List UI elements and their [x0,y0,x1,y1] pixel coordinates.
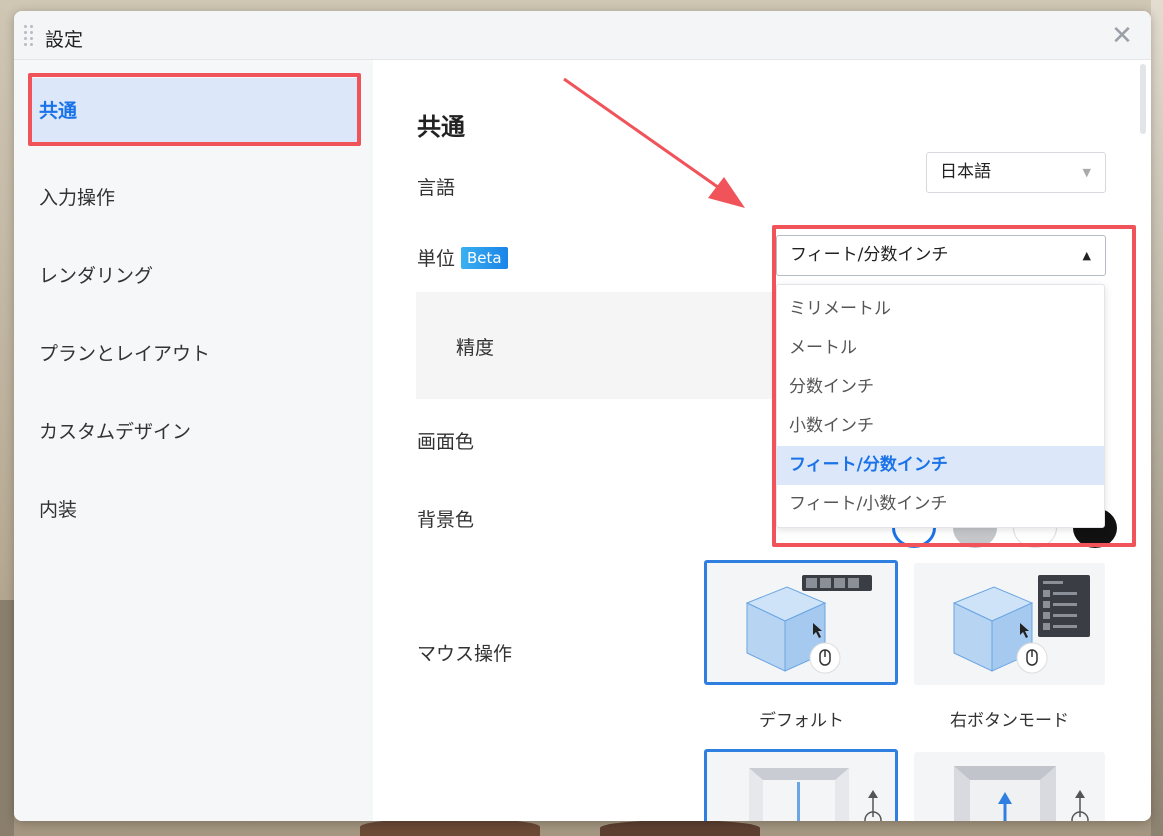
cube-panel-illustration [952,575,1090,674]
corridor-arrow-illustration [954,766,1089,821]
language-value: 日本語 [940,162,991,182]
movement-mode-card-2[interactable] [914,752,1105,821]
unit-option-feet-fractional-inch[interactable]: フィート/分数インチ [777,446,1104,485]
drag-handle-icon[interactable] [24,25,34,47]
language-label: 言語 [417,177,456,199]
unit-option-decimal-inch[interactable]: 小数インチ [777,407,1104,446]
background-color-label: 背景色 [417,509,475,531]
mouse-mode-right-button-card[interactable] [914,563,1105,685]
language-select[interactable]: 日本語 ▼ [926,152,1106,193]
unit-label-row: 単位 Beta [417,244,508,271]
sidebar-item-input[interactable]: 入力操作 [28,165,360,231]
movement-mode-card-1[interactable] [704,749,898,821]
close-icon[interactable]: ✕ [1109,23,1135,49]
unit-option-millimeter[interactable]: ミリメートル [777,290,1104,329]
settings-content: 共通 言語 日本語 ▼ 単位 Beta フィート/分数インチ ▲ 精度 画面色 背… [373,60,1151,821]
unit-dropdown-menu: ミリメートル メートル 分数インチ 小数インチ フィート/分数インチ フィート/… [776,284,1105,528]
unit-option-fractional-inch[interactable]: 分数インチ [777,368,1104,407]
unit-option-meter[interactable]: メートル [777,329,1104,368]
unit-label: 単位 [417,248,456,270]
cube-mouse-illustration [745,575,872,674]
mouse-mode-default-card[interactable] [704,560,898,685]
sidebar-item-common[interactable]: 共通 [28,78,360,144]
corridor-illustration [749,768,882,821]
chevron-down-icon: ▼ [1082,166,1091,179]
sidebar-item-rendering[interactable]: レンダリング [28,243,360,309]
background-furniture [600,820,760,836]
mouse-mode-label: マウス操作 [417,643,513,665]
dialog-titlebar[interactable]: 設定 ✕ [14,11,1151,60]
screen-color-label: 画面色 [417,431,475,453]
unit-option-feet-decimal-inch[interactable]: フィート/小数インチ [777,485,1104,524]
background-scene-right [1151,0,1163,836]
section-title: 共通 [417,113,465,141]
sidebar-item-plan-layout[interactable]: プランとレイアウト [28,321,360,387]
unit-value: フィート/分数インチ [790,245,949,265]
sidebar-item-custom-design[interactable]: カスタムデザイン [28,399,360,465]
mouse-mode-right-button-label: 右ボタンモード [950,711,1069,731]
settings-sidebar: 共通 入力操作 レンダリング プランとレイアウト カスタムデザイン 内装 [14,60,373,821]
unit-select[interactable]: フィート/分数インチ ▲ [776,235,1106,276]
precision-label: 精度 [456,337,495,359]
precision-panel: 精度 [416,292,776,399]
dialog-title: 設定 [45,29,84,51]
chevron-up-icon: ▲ [1082,249,1091,262]
background-scene-left [0,600,14,836]
settings-dialog: 設定 ✕ 共通 入力操作 レンダリング プランとレイアウト カスタムデザイン 内… [14,11,1151,821]
scrollbar[interactable] [1140,64,1146,134]
mouse-mode-default-label: デフォルト [759,711,844,731]
sidebar-item-interior[interactable]: 内装 [28,477,360,543]
beta-badge: Beta [461,247,508,269]
